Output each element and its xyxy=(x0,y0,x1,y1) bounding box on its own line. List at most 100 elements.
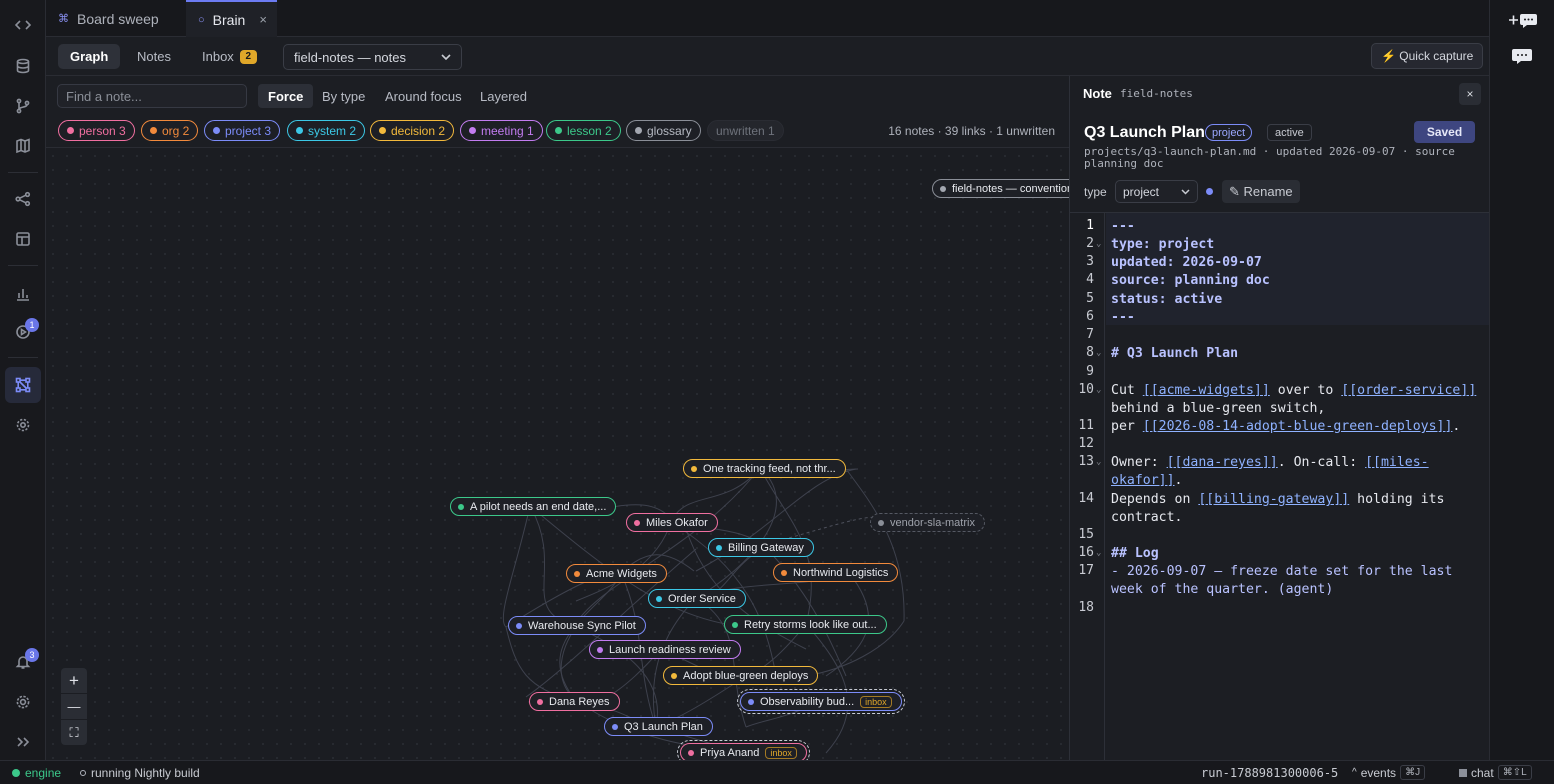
note-meta: projects/q3-launch-plan.md · updated 202… xyxy=(1084,145,1455,170)
graph-node-priya-anand[interactable]: Priya Anand inbox xyxy=(677,740,810,760)
view-inbox[interactable]: Inbox 2 xyxy=(190,44,269,69)
graph-node-pilot-end-date[interactable]: A pilot needs an end date,... xyxy=(450,497,617,516)
chevron-down-icon xyxy=(441,54,451,60)
fold-chevron-icon: ⌄ xyxy=(1096,348,1102,358)
branch-icon[interactable] xyxy=(13,96,33,116)
graph-canvas[interactable]: field-notes — conventions One tracking f… xyxy=(46,149,1069,760)
filter-chip-project[interactable]: project 3 xyxy=(204,120,281,141)
wikilink-order-service[interactable]: [[order-service]] xyxy=(1341,383,1476,398)
close-tab-icon[interactable]: × xyxy=(259,12,267,27)
wikilink-billing-gateway[interactable]: [[billing-gateway]] xyxy=(1198,492,1349,507)
caret-up-icon: ^ xyxy=(1352,767,1357,778)
wikilink-adopt-blue-green[interactable]: [[2026-08-14-adopt-blue-green-deploys]] xyxy=(1143,419,1453,434)
filter-chip-org[interactable]: org 2 xyxy=(141,120,199,141)
vault-select[interactable]: field-notes — notes xyxy=(283,44,462,70)
type-select[interactable]: project xyxy=(1115,180,1198,203)
filter-chip-meeting[interactable]: meeting 1 xyxy=(460,120,543,141)
heading-line: # Q3 Launch Plan xyxy=(1111,346,1239,361)
filter-chip-person[interactable]: person 3 xyxy=(58,120,135,141)
filter-chip-unwritten[interactable]: unwritten 1 xyxy=(707,120,784,141)
graph-node-billing-gateway[interactable]: Billing Gateway xyxy=(708,538,814,557)
graph-node-dana-reyes[interactable]: Dana Reyes xyxy=(529,692,620,711)
find-note-input[interactable]: Find a note... xyxy=(57,84,247,108)
graph-node-q3-launch-plan[interactable]: Q3 Launch Plan xyxy=(604,717,713,736)
filter-chip-decision[interactable]: decision 2 xyxy=(370,120,455,141)
chat-icon xyxy=(1512,49,1532,64)
settings-cog-icon[interactable] xyxy=(13,415,33,435)
graph-node-miles-okafor[interactable]: Miles Okafor xyxy=(626,513,718,532)
note-vault: field-notes xyxy=(1120,87,1193,100)
wikilink-dana-reyes[interactable]: [[dana-reyes]] xyxy=(1167,455,1278,470)
line-2: type: project xyxy=(1111,237,1215,252)
chat-button[interactable] xyxy=(1502,42,1542,70)
zoom-in-button[interactable]: + xyxy=(61,668,87,693)
line-10: Cut [[acme-widgets]] over to [[order-ser… xyxy=(1111,383,1477,398)
note-title: Q3 Launch Plan xyxy=(1084,124,1205,141)
type-badge: project xyxy=(1205,124,1253,141)
mode-around-focus[interactable]: Around focus xyxy=(375,84,472,108)
line-13: Owner: [[dana-reyes]]. On-call: [[miles- xyxy=(1111,455,1429,470)
map-icon[interactable] xyxy=(13,136,33,156)
code-icon[interactable] xyxy=(13,15,33,35)
filter-chip-lesson[interactable]: lesson 2 xyxy=(546,120,621,141)
graph-node-launch-readiness-review[interactable]: Launch readiness review xyxy=(589,640,741,659)
view-graph[interactable]: Graph xyxy=(58,44,121,69)
graph-node-observability-budget[interactable]: Observability bud... inbox xyxy=(737,689,905,714)
expand-chevrons-icon[interactable] xyxy=(13,732,33,752)
brain-icon: ○ xyxy=(198,13,205,26)
quick-capture-button[interactable]: ⚡ Quick capture xyxy=(1371,43,1484,69)
rename-button[interactable]: ✎ Rename xyxy=(1222,180,1300,203)
wikilink-miles-okafor-cont[interactable]: okafor]] xyxy=(1111,473,1175,488)
mode-force[interactable]: Force xyxy=(258,84,314,108)
graph-controls: Find a note... Force By type Around focu… xyxy=(46,76,1069,148)
events-toggle[interactable]: ^ events ⌘J xyxy=(1352,765,1426,780)
graph-node-order-service[interactable]: Order Service xyxy=(648,589,746,608)
line-5: status: active xyxy=(1111,292,1223,307)
share-icon[interactable] xyxy=(13,189,33,209)
graph-node-acme-widgets[interactable]: Acme Widgets xyxy=(566,564,667,583)
graph-node-adopt-blue-green[interactable]: Adopt blue-green deploys xyxy=(663,666,819,685)
view-toolbar: Graph Notes Inbox 2 field-notes — notes … xyxy=(46,37,1489,76)
graph-node-northwind-logistics[interactable]: Northwind Logistics xyxy=(773,563,899,582)
chat-toggle[interactable]: chat ⌘⇧L xyxy=(1459,765,1532,780)
inbox-label: Inbox xyxy=(202,49,234,64)
tab-brain[interactable]: ○ Brain × xyxy=(186,0,277,37)
database-icon[interactable] xyxy=(13,56,33,76)
wikilink-acme-widgets[interactable]: [[acme-widgets]] xyxy=(1143,383,1270,398)
markdown-editor[interactable]: 1 2 ⌄ 3 4 5 6 7 8 ⌄ 9 10 ⌄ 11 12 13 ⌄ 14… xyxy=(1070,212,1489,760)
gear-icon[interactable] xyxy=(13,692,33,712)
chart-icon[interactable] xyxy=(13,284,33,304)
tab-label: Board sweep xyxy=(77,10,159,27)
command-icon: ⌘ xyxy=(58,13,69,25)
mode-by-type[interactable]: By type xyxy=(312,84,375,108)
engine-status[interactable]: engine xyxy=(12,766,61,780)
filter-chip-system[interactable]: system 2 xyxy=(287,120,366,141)
type-color-dot xyxy=(1206,188,1213,195)
graph-icon[interactable] xyxy=(13,375,33,395)
fold-chevron-icon: ⌄ xyxy=(1096,457,1102,467)
close-note-button[interactable]: × xyxy=(1459,83,1481,105)
graph-stats: 16 notes · 39 links · 1 unwritten xyxy=(888,124,1055,138)
graph-node-vendor-sla-matrix[interactable]: vendor-sla-matrix xyxy=(870,513,985,532)
line-17-wrap: week of the quarter. (agent) xyxy=(1111,582,1334,597)
wikilink-miles-okafor[interactable]: [[miles- xyxy=(1365,455,1429,470)
zoom-out-button[interactable]: — xyxy=(61,694,87,719)
filter-chip-glossary[interactable]: glossary xyxy=(626,120,701,141)
note-panel-label: Note xyxy=(1083,86,1112,101)
new-chat-button[interactable] xyxy=(1502,6,1542,34)
status-badge: active xyxy=(1267,124,1312,141)
line-13-wrap: okafor]]. xyxy=(1111,473,1183,488)
layout-icon[interactable] xyxy=(13,229,33,249)
mode-layered[interactable]: Layered xyxy=(470,84,537,108)
graph-node-warehouse-sync-pilot[interactable]: Warehouse Sync Pilot xyxy=(508,616,646,635)
chevron-down-icon xyxy=(1181,188,1190,195)
fit-view-button[interactable]: ⛶ xyxy=(61,720,87,745)
graph-node-tracking-feed[interactable]: One tracking feed, not thr... xyxy=(683,459,846,478)
view-notes[interactable]: Notes xyxy=(125,44,183,69)
graph-node-conventions[interactable]: field-notes — conventions xyxy=(932,179,1069,198)
tab-board-sweep[interactable]: ⌘ Board sweep xyxy=(46,0,186,37)
line-1: --- xyxy=(1111,219,1135,234)
graph-node-retry-storms[interactable]: Retry storms look like out... xyxy=(724,615,887,634)
notifications-badge: 3 xyxy=(25,648,39,662)
running-job[interactable]: running Nightly build xyxy=(80,766,200,780)
